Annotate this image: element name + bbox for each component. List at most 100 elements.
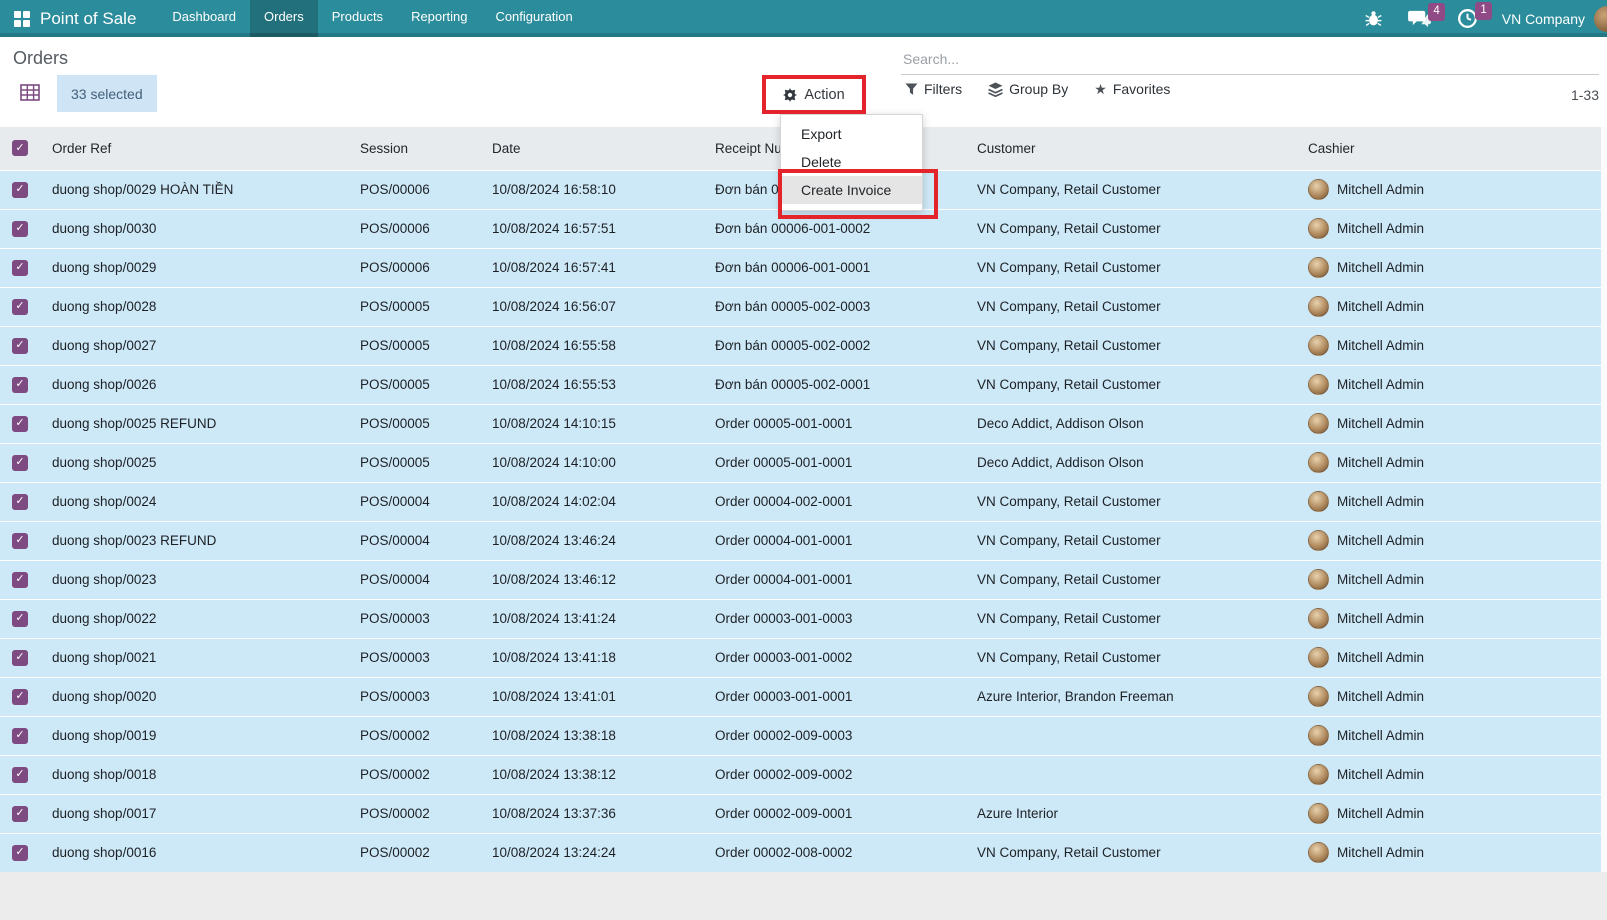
table-row[interactable]: ✓duong shop/0022POS/0000310/08/2024 13:4… [0,599,1607,638]
cashier-avatar [1308,257,1329,278]
row-checkbox[interactable]: ✓ [12,689,28,705]
table-row[interactable]: ✓duong shop/0018POS/0000210/08/2024 13:3… [0,755,1607,794]
table-row[interactable]: ✓duong shop/0029POS/0000610/08/2024 16:5… [0,248,1607,287]
row-select-cell: ✓ [0,248,40,287]
nav-item-configuration[interactable]: Configuration [481,0,586,37]
row-checkbox[interactable]: ✓ [12,494,28,510]
customer-cell: VN Company, Retail Customer [965,209,1296,248]
list-view-icon[interactable] [20,84,40,101]
apps-grid-icon[interactable] [14,11,30,27]
table-row[interactable]: ✓duong shop/0023POS/0000410/08/2024 13:4… [0,560,1607,599]
row-select-cell: ✓ [0,833,40,872]
cashier-avatar [1308,725,1329,746]
row-checkbox[interactable]: ✓ [12,377,28,393]
action-button[interactable]: Action [783,87,844,103]
session-cell: POS/00003 [348,638,480,677]
group-by-label: Group By [1009,81,1068,97]
table-row[interactable]: ✓duong shop/0021POS/0000310/08/2024 13:4… [0,638,1607,677]
row-checkbox[interactable]: ✓ [12,416,28,432]
col-date[interactable]: Date [480,127,703,170]
row-checkbox[interactable]: ✓ [12,182,28,198]
nav-item-dashboard[interactable]: Dashboard [158,0,250,37]
select-all-checkbox[interactable]: ✓ [12,140,28,156]
cashier-avatar [1308,452,1329,473]
action-label: Action [804,87,844,103]
date-cell: 10/08/2024 13:41:24 [480,599,703,638]
user-menu[interactable]: VN Company [1502,6,1607,32]
order-ref-cell: duong shop/0030 [40,209,348,248]
favorites-label: Favorites [1113,81,1171,97]
cashier-avatar [1308,686,1329,707]
date-cell: 10/08/2024 13:46:12 [480,560,703,599]
row-checkbox[interactable]: ✓ [12,533,28,549]
row-checkbox[interactable]: ✓ [12,260,28,276]
menu-item-delete[interactable]: Delete [781,148,922,176]
row-checkbox[interactable]: ✓ [12,728,28,744]
table-row[interactable]: ✓duong shop/0028POS/0000510/08/2024 16:5… [0,287,1607,326]
cashier-cell: Mitchell Admin [1296,677,1607,716]
table-row[interactable]: ✓duong shop/0017POS/0000210/08/2024 13:3… [0,794,1607,833]
table-row[interactable]: ✓duong shop/0016POS/0000210/08/2024 13:2… [0,833,1607,872]
filters-button[interactable]: Filters [905,81,962,97]
messages-menu[interactable]: 4 [1398,5,1441,32]
nav-item-orders[interactable]: Orders [250,0,318,37]
row-select-cell: ✓ [0,677,40,716]
cashier-avatar [1308,647,1329,668]
row-checkbox[interactable]: ✓ [12,572,28,588]
activities-menu[interactable]: 1 [1447,4,1488,33]
table-row[interactable]: ✓duong shop/0019POS/0000210/08/2024 13:3… [0,716,1607,755]
receipt-number-cell: Order 00002-009-0001 [703,794,965,833]
customer-cell: Azure Interior, Brandon Freeman [965,677,1296,716]
table-row[interactable]: ✓duong shop/0020POS/0000310/08/2024 13:4… [0,677,1607,716]
table-row[interactable]: ✓duong shop/0030POS/0000610/08/2024 16:5… [0,209,1607,248]
table-row[interactable]: ✓duong shop/0025POS/0000510/08/2024 14:1… [0,443,1607,482]
row-checkbox[interactable]: ✓ [12,806,28,822]
nav-item-products[interactable]: Products [318,0,397,37]
cashier-avatar [1308,179,1329,200]
row-checkbox[interactable]: ✓ [12,455,28,471]
table-row[interactable]: ✓duong shop/0023 REFUNDPOS/0000410/08/20… [0,521,1607,560]
row-checkbox[interactable]: ✓ [12,845,28,861]
col-cashier[interactable]: Cashier [1296,127,1607,170]
customer-cell [965,716,1296,755]
table-row[interactable]: ✓duong shop/0024POS/0000410/08/2024 14:0… [0,482,1607,521]
date-cell: 10/08/2024 14:02:04 [480,482,703,521]
nav-item-reporting[interactable]: Reporting [397,0,481,37]
date-cell: 10/08/2024 13:38:12 [480,755,703,794]
table-row[interactable]: ✓duong shop/0027POS/0000510/08/2024 16:5… [0,326,1607,365]
row-select-cell: ✓ [0,560,40,599]
cashier-name: Mitchell Admin [1337,806,1424,821]
pager[interactable]: 1-33 [1571,87,1599,103]
order-ref-cell: duong shop/0019 [40,716,348,755]
row-checkbox[interactable]: ✓ [12,221,28,237]
debug-bug-icon[interactable] [1355,6,1392,31]
row-checkbox[interactable]: ✓ [12,650,28,666]
session-cell: POS/00004 [348,560,480,599]
row-checkbox[interactable]: ✓ [12,299,28,315]
row-checkbox[interactable]: ✓ [12,338,28,354]
row-select-cell: ✓ [0,599,40,638]
col-customer[interactable]: Customer [965,127,1296,170]
favorites-button[interactable]: ★ Favorites [1094,81,1170,97]
menu-item-create-invoice[interactable]: Create Invoice [781,176,922,204]
menu-item-export[interactable]: Export [781,120,922,148]
col-session[interactable]: Session [348,127,480,170]
app-title[interactable]: Point of Sale [40,9,136,29]
table-row[interactable]: ✓duong shop/0026POS/0000510/08/2024 16:5… [0,365,1607,404]
table-row[interactable]: ✓duong shop/0025 REFUNDPOS/0000510/08/20… [0,404,1607,443]
order-ref-cell: duong shop/0025 REFUND [40,404,348,443]
scrollbar-track[interactable] [1601,127,1607,872]
customer-cell: VN Company, Retail Customer [965,638,1296,677]
cashier-name: Mitchell Admin [1337,533,1424,548]
list-footer-area [0,872,1607,920]
customer-cell: VN Company, Retail Customer [965,170,1296,209]
row-checkbox[interactable]: ✓ [12,611,28,627]
selected-count-badge: 33 selected [57,75,157,112]
row-checkbox[interactable]: ✓ [12,767,28,783]
col-order-ref[interactable]: Order Ref [40,127,348,170]
date-cell: 10/08/2024 14:10:15 [480,404,703,443]
cashier-name: Mitchell Admin [1337,299,1424,314]
search-input[interactable] [901,43,1599,75]
group-by-button[interactable]: Group By [988,81,1068,97]
cashier-avatar [1308,842,1329,863]
